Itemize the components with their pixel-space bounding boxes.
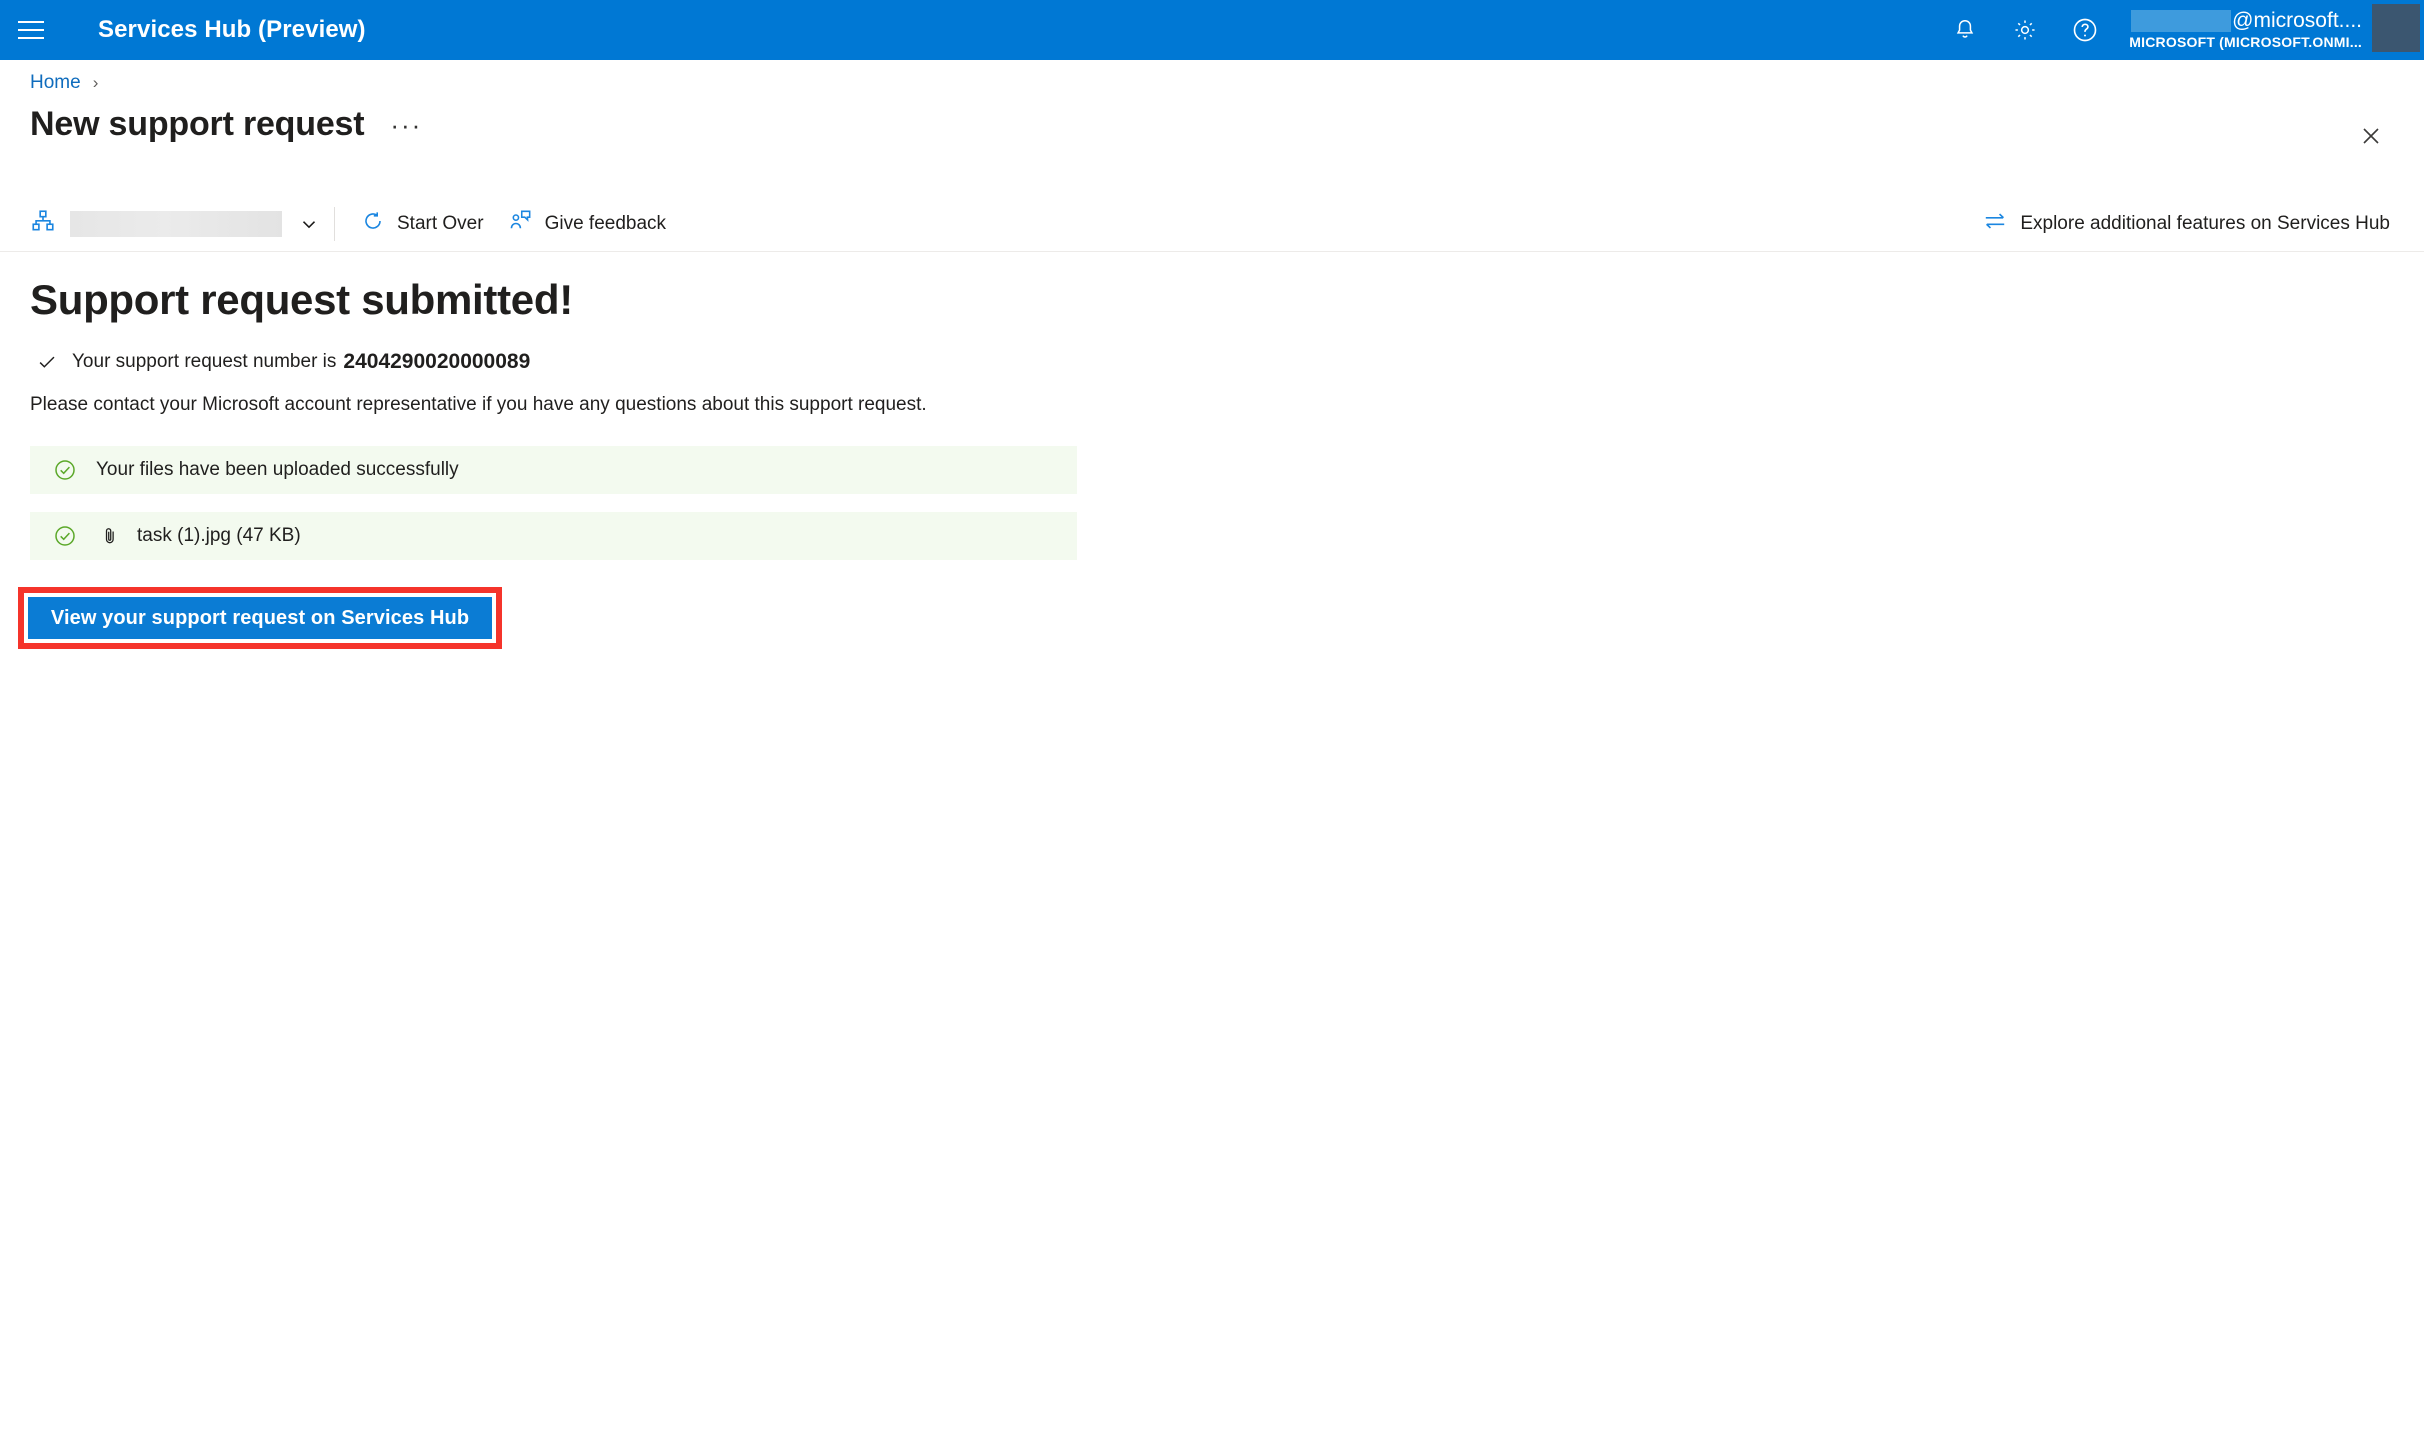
page-title: New support request (30, 105, 365, 143)
hamburger-icon (18, 15, 44, 45)
command-bar-right: Explore additional features on Services … (1970, 202, 2402, 246)
breadcrumb-home-link[interactable]: Home (30, 72, 81, 94)
uploaded-file-name: task (1).jpg (47 KB) (137, 525, 301, 546)
check-icon (36, 351, 58, 373)
paperclip-icon (99, 525, 121, 547)
account-tenant: MICROSOFT (MICROSOFT.ONMI... (2129, 34, 2362, 50)
org-hierarchy-icon (30, 208, 56, 239)
refresh-icon (361, 209, 385, 239)
request-number-row: Your support request number is 240429002… (36, 350, 2424, 374)
org-selector-dropdown[interactable] (30, 208, 332, 239)
settings-gear-icon (2012, 17, 2038, 43)
account-menu[interactable]: @microsoft.... MICROSOFT (MICROSOFT.ONMI… (2115, 0, 2424, 60)
main-content: Support request submitted! Your support … (0, 252, 2424, 649)
close-button[interactable] (2348, 115, 2394, 161)
redacted-org-value (70, 210, 282, 237)
help-question-icon (2071, 16, 2099, 44)
give-feedback-label: Give feedback (544, 212, 667, 234)
uploaded-file-row: task (1).jpg (47 KB) (30, 512, 1077, 560)
avatar[interactable] (2372, 4, 2420, 52)
start-over-label: Start Over (397, 212, 484, 234)
account-email: @microsoft.... (2232, 9, 2362, 32)
notifications-button[interactable] (1935, 0, 1995, 60)
account-email-row: @microsoft.... (2129, 9, 2362, 33)
submitted-heading: Support request submitted! (30, 276, 573, 323)
person-feedback-icon (508, 208, 533, 239)
explore-features-label: Explore additional features on Services … (2020, 212, 2390, 234)
start-over-button[interactable]: Start Over (349, 202, 496, 246)
command-bar-divider (334, 206, 335, 241)
app-header-actions: @microsoft.... MICROSOFT (MICROSOFT.ONMI… (1935, 0, 2424, 60)
redacted-email-block (2131, 10, 2232, 32)
command-bar: Start Over Give feedback Explore additio… (0, 196, 2424, 252)
request-number-value: 2404290020000089 (343, 350, 531, 373)
page-title-row: New support request ··· (30, 105, 422, 144)
page-more-menu-button[interactable]: ··· (390, 112, 422, 138)
swap-arrows-icon (1982, 208, 2008, 240)
explore-features-link[interactable]: Explore additional features on Services … (1970, 202, 2402, 246)
help-button[interactable] (2055, 0, 2115, 60)
upload-success-label: Your files have been uploaded successful… (96, 459, 459, 480)
contact-note: Please contact your Microsoft account re… (30, 394, 927, 415)
chevron-down-icon (298, 213, 320, 235)
breadcrumb: Home › (30, 72, 98, 94)
settings-button[interactable] (1995, 0, 2055, 60)
view-support-request-button[interactable]: View your support request on Services Hu… (28, 597, 492, 639)
breadcrumb-chevron-icon: › (92, 73, 99, 92)
success-check-circle-icon (53, 458, 77, 482)
give-feedback-button[interactable]: Give feedback (496, 202, 678, 246)
notifications-bell-icon (1952, 17, 1978, 43)
hamburger-menu-button[interactable] (0, 0, 62, 60)
success-check-circle-icon (53, 524, 77, 548)
request-number-prefix: Your support request number is (72, 351, 337, 372)
app-header: Services Hub (Preview) @microsoft.... MI… (0, 0, 2424, 60)
cta-highlight-box: View your support request on Services Hu… (18, 587, 502, 649)
close-icon (2359, 124, 2383, 153)
account-text: @microsoft.... MICROSOFT (MICROSOFT.ONMI… (2129, 0, 2372, 60)
upload-success-bar: Your files have been uploaded successful… (30, 446, 1077, 494)
app-title: Services Hub (Preview) (98, 16, 366, 43)
